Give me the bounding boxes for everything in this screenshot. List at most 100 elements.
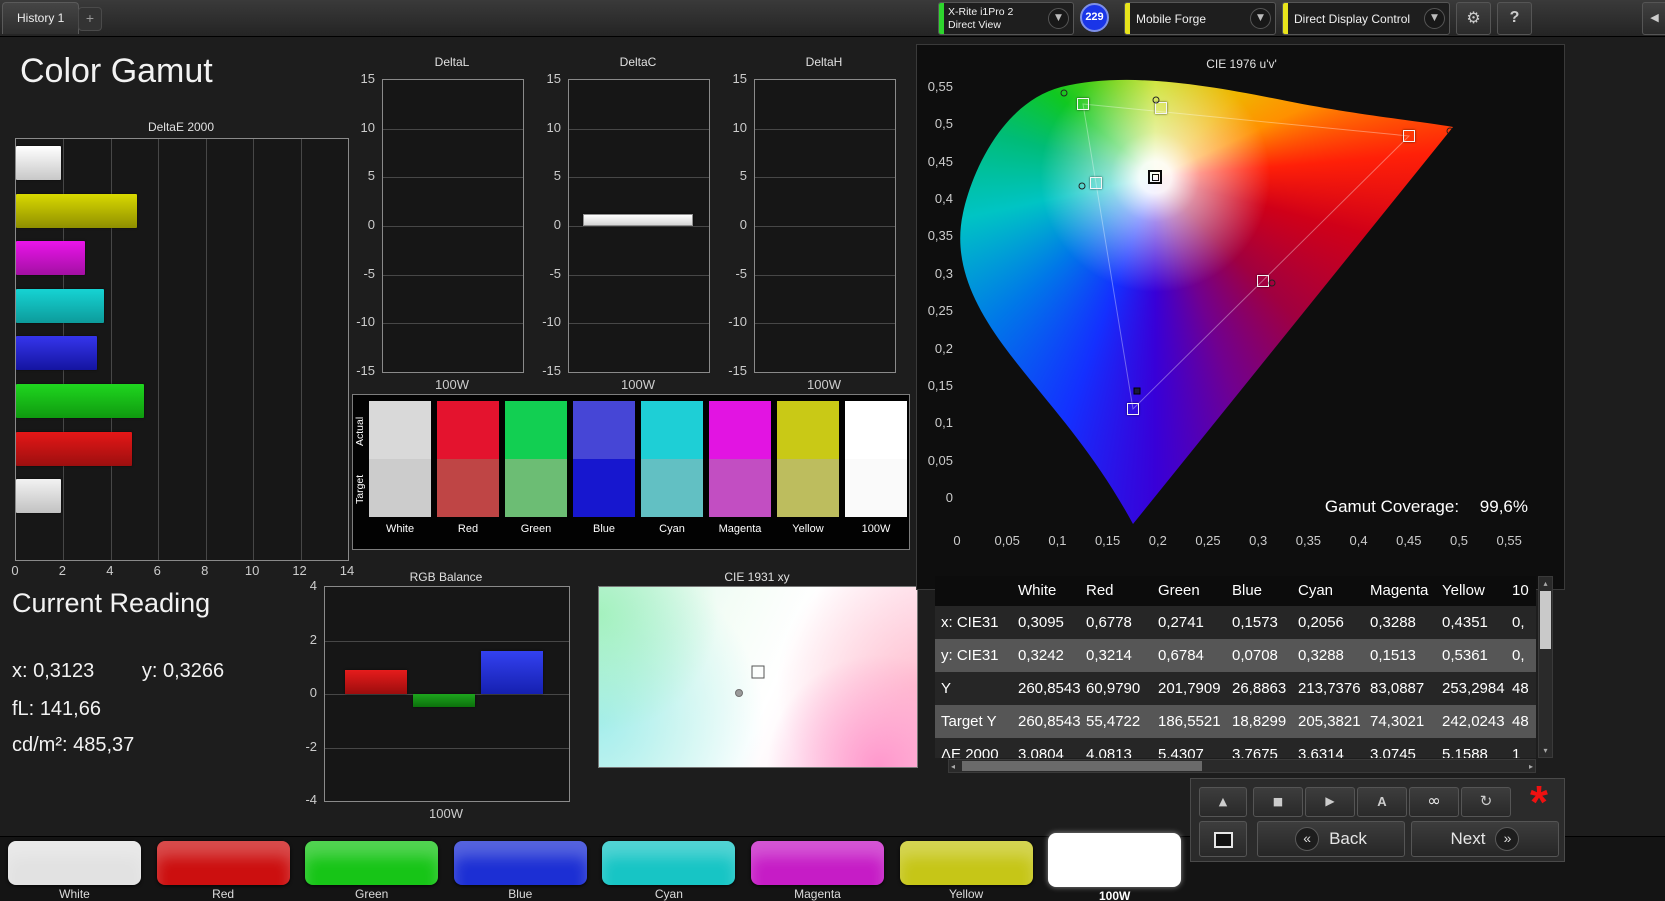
pattern-button-blue[interactable]: Blue xyxy=(453,837,587,901)
table-cell: 0,6778 xyxy=(1086,614,1132,631)
table-row-label: Y xyxy=(941,680,952,697)
continuous-read-button[interactable]: ∞ xyxy=(1409,787,1459,817)
pattern-button-yellow[interactable]: Yellow xyxy=(899,837,1033,901)
source-label: Mobile Forge xyxy=(1136,11,1207,26)
deltac-chart: DeltaC 15 10 5 0 -5 -10 -15 100W xyxy=(538,55,728,392)
pattern-button-label: 100W xyxy=(1099,889,1131,901)
pattern-button-100w[interactable]: 100W xyxy=(1048,833,1182,901)
deltac-xlabel: 100W xyxy=(621,377,655,392)
history-tab[interactable]: History 1 xyxy=(2,2,80,34)
stop-button[interactable]: ■ xyxy=(1253,787,1303,817)
meter-count-badge[interactable]: 229 xyxy=(1080,3,1109,32)
actual-row-label: Actual xyxy=(354,416,366,446)
pattern-button-green[interactable]: Green xyxy=(305,837,439,901)
axis-tick-label: 0 xyxy=(945,489,953,505)
add-tab-button[interactable]: + xyxy=(78,7,102,31)
pattern-button-magenta[interactable]: Magenta xyxy=(751,837,884,901)
display-control-selector[interactable]: Direct Display Control ▼ xyxy=(1282,2,1450,35)
table-vertical-scrollbar[interactable]: ▴ ▾ xyxy=(1538,576,1553,758)
table-cell: 0,1573 xyxy=(1232,614,1278,631)
refresh-button[interactable]: ↻ xyxy=(1461,787,1511,817)
green-target-marker xyxy=(1077,98,1089,110)
help-button[interactable]: ? xyxy=(1497,2,1532,35)
pattern-button-white[interactable]: White xyxy=(8,837,141,901)
gridline xyxy=(253,139,255,560)
next-button[interactable]: Next » xyxy=(1411,821,1559,857)
pattern-button-label: White xyxy=(59,887,90,901)
table-header-cell: 10 xyxy=(1512,582,1529,599)
axis-tick-label: 0 xyxy=(953,533,961,548)
axis-tick-label: 0,45 xyxy=(927,153,953,169)
back-button[interactable]: « Back xyxy=(1257,821,1405,857)
expand-up-button[interactable]: ▲ xyxy=(1199,787,1247,817)
chevron-down-icon[interactable]: ▼ xyxy=(1250,8,1271,29)
chevron-down-icon[interactable]: ▼ xyxy=(1048,8,1069,29)
axis-tick-label: 5 xyxy=(367,168,375,184)
pattern-color-swatch xyxy=(602,841,736,885)
table-cell: 253,2984 xyxy=(1442,680,1505,697)
table-cell: 205,3821 xyxy=(1298,713,1361,730)
swatch-label: Yellow xyxy=(792,523,824,535)
deltah-xlabel: 100W xyxy=(807,377,841,392)
gridline xyxy=(325,640,569,642)
reading-fl-label: fL: xyxy=(12,698,35,720)
horizontal-scroll-thumb[interactable] xyxy=(962,761,1202,771)
reading-y-value: 0,3266 xyxy=(162,660,225,682)
pattern-button-red[interactable]: Red xyxy=(156,837,290,901)
table-cell: 242,0243 xyxy=(1442,713,1505,730)
gridline xyxy=(325,747,569,749)
window-layout-button[interactable] xyxy=(1199,821,1247,857)
yellow-target-marker xyxy=(1155,102,1167,114)
axis-tick-label: 0,3 xyxy=(934,265,953,281)
table-cell: 0,3242 xyxy=(1018,647,1064,664)
scroll-up-icon[interactable]: ▴ xyxy=(1539,579,1552,588)
table-header-cell: Cyan xyxy=(1298,582,1334,599)
rgb-balance-chart: RGB Balance 4 2 0 -2 -4 100W xyxy=(300,570,590,821)
table-cell: 0, xyxy=(1512,647,1525,664)
settings-button[interactable]: ⚙ xyxy=(1456,2,1491,35)
calibration-alert-button[interactable]: * xyxy=(1517,773,1561,828)
pattern-button-cyan[interactable]: Cyan xyxy=(602,837,736,901)
gamut-coverage-value: 99,6% xyxy=(1479,497,1528,516)
gamut-triangle xyxy=(957,75,1517,527)
gridline xyxy=(755,128,895,130)
source-selector[interactable]: Mobile Forge ▼ xyxy=(1124,2,1276,35)
reading-x-value: 0,3123 xyxy=(33,660,95,682)
table-cell: 74,3021 xyxy=(1370,713,1425,730)
swatch-target xyxy=(369,459,431,517)
vertical-scroll-thumb[interactable] xyxy=(1540,591,1551,649)
chevron-left-icon: ◀ xyxy=(1650,11,1659,24)
swatch-actual xyxy=(709,401,771,459)
table-row: y: CIE31 0,3242 0,3214 0,6784 0,0708 0,3288 0,… xyxy=(935,639,1536,672)
table-horizontal-scrollbar[interactable]: ◂ ▸ xyxy=(948,759,1536,773)
axis-tick-label: 0,5 xyxy=(934,116,953,132)
table-row-label: ΔE 2000 xyxy=(941,746,999,758)
axis-tick-label: 0,3 xyxy=(1249,533,1268,548)
swatch-target xyxy=(709,459,771,517)
pattern-color-swatch xyxy=(156,841,290,885)
table-cell: 48 xyxy=(1512,713,1529,730)
pattern-button[interactable]: A xyxy=(1357,787,1407,817)
scroll-right-icon[interactable]: ▸ xyxy=(1529,762,1533,771)
pattern-color-swatch xyxy=(1048,833,1182,887)
gridline xyxy=(383,128,523,130)
gridline xyxy=(569,226,709,227)
chevron-down-icon[interactable]: ▼ xyxy=(1424,8,1445,29)
page-title: Color Gamut xyxy=(20,52,213,90)
meter-selector[interactable]: X-Rite i1Pro 2 Direct View ▼ xyxy=(938,2,1074,35)
axis-tick-label: 0,55 xyxy=(927,79,953,94)
table-cell: 201,7909 xyxy=(1158,680,1221,697)
swatch-label: Cyan xyxy=(659,523,685,535)
table-row-label: x: CIE31 xyxy=(941,614,999,631)
gridline xyxy=(383,226,523,227)
swatch-label: Red xyxy=(457,523,479,535)
deltae-chart-title: DeltaE 2000 xyxy=(147,120,215,134)
collapse-panel-button[interactable]: ◀ xyxy=(1642,2,1665,35)
scroll-down-icon[interactable]: ▾ xyxy=(1539,746,1552,755)
deltae-bar-green xyxy=(16,384,145,418)
table-cell: 0,0708 xyxy=(1232,647,1278,664)
scroll-left-icon[interactable]: ◂ xyxy=(951,762,955,771)
play-button[interactable]: ▶ xyxy=(1305,787,1355,817)
meter-label: X-Rite i1Pro 2 Direct View xyxy=(948,5,1014,31)
pattern-color-swatch xyxy=(453,841,587,885)
